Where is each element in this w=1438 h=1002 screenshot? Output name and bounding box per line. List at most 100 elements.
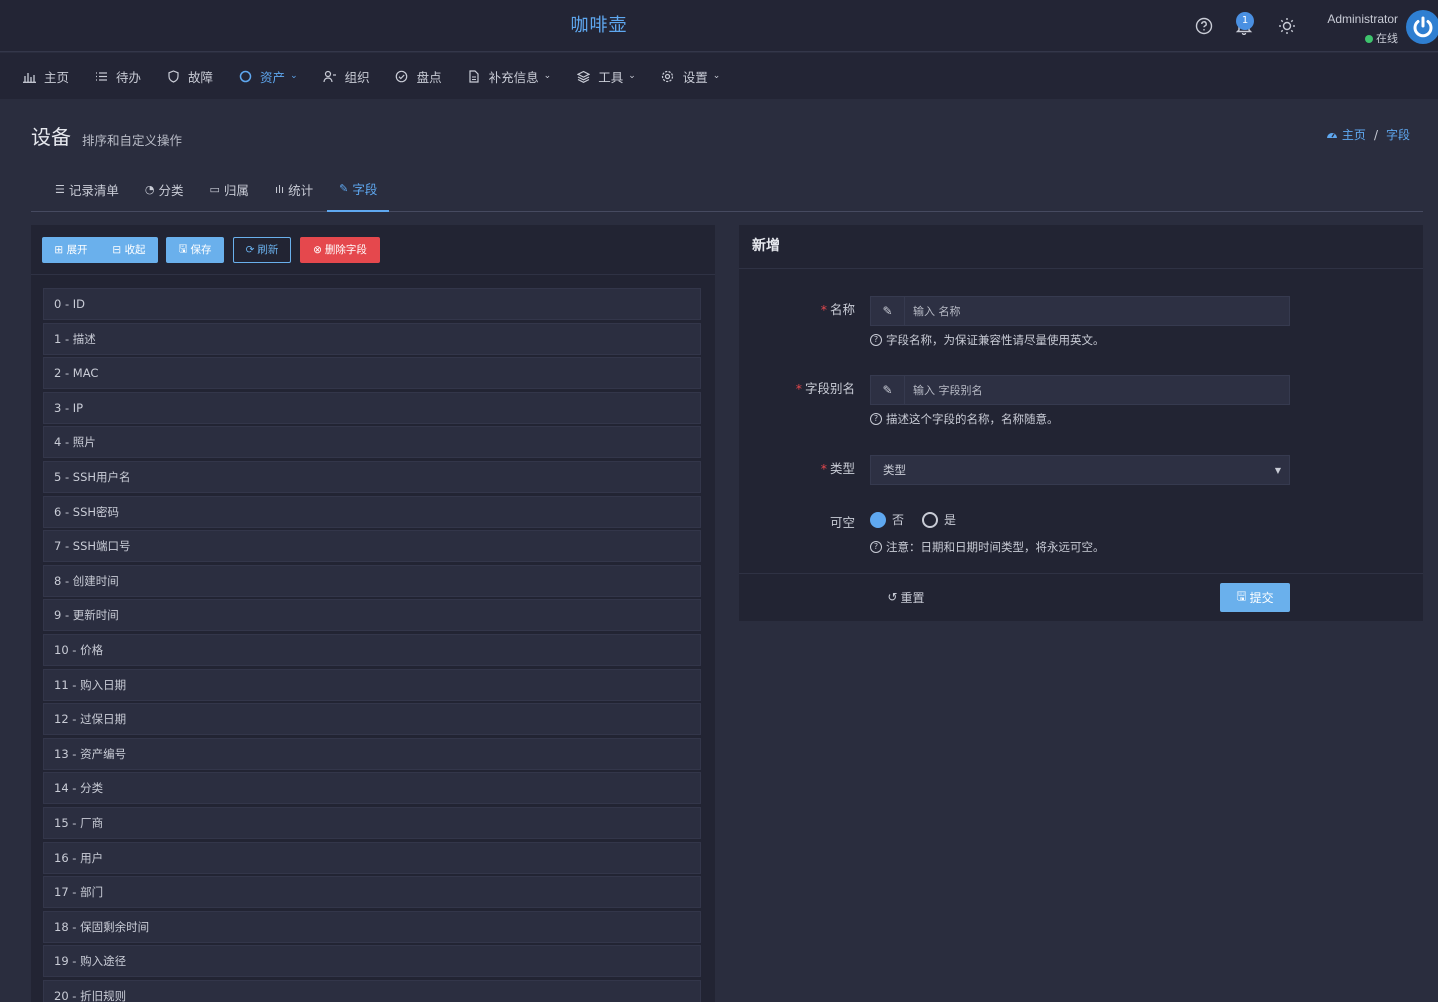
alias-help: ? 描述这个字段的名称，名称随意。 [870, 411, 1059, 427]
user-name[interactable]: Administrator [1316, 12, 1398, 26]
sub-tabs: ☰ 记录清单 ◔ 分类 ▭ 归属 ılı 统计 ✎ 字段 [31, 166, 1423, 212]
nav-label: 盘点 [416, 69, 442, 85]
nav-item-tools[interactable]: 工具 ⌄ [576, 53, 636, 99]
nullable-no-label[interactable]: 否 [892, 511, 904, 528]
delete-field-label: 删除字段 [324, 244, 367, 256]
nav-label: 设置 [682, 69, 708, 85]
nav-label: 资产 [260, 69, 286, 85]
collapse-label: 收起 [124, 244, 146, 256]
field-list-item[interactable]: 9 - 更新时间 [43, 599, 701, 632]
breadcrumb-separator: / [1373, 127, 1378, 142]
question-icon: ? [870, 334, 882, 346]
tab-records[interactable]: ☰ 记录清单 [43, 166, 131, 212]
nav-item-settings[interactable]: 设置 ⌄ [661, 53, 721, 99]
top-bar: 咖啡壶 1 Administrator 在线 [0, 0, 1438, 52]
dashboard-icon [1326, 128, 1338, 142]
field-list-item[interactable]: 18 - 保固剩余时间 [43, 910, 701, 943]
nav-item-inventory[interactable]: 盘点 [395, 53, 442, 99]
theme-sun-icon[interactable] [1277, 16, 1297, 36]
gear-icon [661, 69, 675, 83]
reset-button[interactable]: ↺ 重置 [876, 583, 936, 611]
field-list-item[interactable]: 19 - 购入途径 [43, 945, 701, 978]
field-list-item[interactable]: 11 - 购入日期 [43, 668, 701, 701]
check-circle-icon [395, 69, 409, 83]
nav-item-extra-info[interactable]: 补充信息 ⌄ [467, 53, 552, 99]
nav-item-home[interactable]: 主页 [22, 53, 69, 99]
save-button[interactable]: 🖫 保存 [166, 236, 224, 263]
field-list-item[interactable]: 3 - IP [43, 391, 701, 424]
chevron-down-icon: ⌄ [712, 71, 721, 81]
field-list-item[interactable]: 14 - 分类 [43, 772, 701, 805]
tab-category[interactable]: ◔ 分类 [133, 166, 196, 212]
tab-stats[interactable]: ılı 统计 [263, 166, 325, 212]
field-list-item[interactable]: 13 - 资产编号 [43, 737, 701, 770]
field-list-item[interactable]: 1 - 描述 [43, 322, 701, 355]
alias-input[interactable] [905, 376, 1289, 404]
tab-label: 分类 [158, 182, 184, 198]
refresh-button[interactable]: ⟳ 刷新 [233, 236, 291, 263]
delete-field-button[interactable]: ⊗ 删除字段 [300, 236, 380, 263]
field-list-item[interactable]: 17 - 部门 [43, 876, 701, 909]
document-icon [467, 69, 481, 83]
nav-item-org[interactable]: 组织 [323, 53, 370, 99]
field-list-item[interactable]: 20 - 折旧规则 [43, 979, 701, 1002]
pencil-icon: ✎ [339, 181, 349, 195]
required-asterisk: * [795, 381, 802, 396]
field-list-item[interactable]: 7 - SSH端口号 [43, 530, 701, 563]
bar-chart-icon [22, 69, 36, 83]
chevron-down-icon: ⌄ [290, 71, 298, 81]
tab-fields[interactable]: ✎ 字段 [327, 166, 390, 212]
type-label-text: 类型 [829, 461, 855, 476]
nav-item-assets[interactable]: 资产 ⌄ [238, 53, 298, 99]
online-dot-icon [1365, 35, 1373, 43]
list-icon [94, 69, 108, 83]
field-list-item[interactable]: 4 - 照片 [43, 426, 701, 459]
user-status-text: 在线 [1376, 32, 1398, 45]
breadcrumb: 主页 / 字段 [1326, 126, 1410, 143]
name-label-text: 名称 [829, 302, 855, 317]
field-list-item[interactable]: 15 - 厂商 [43, 806, 701, 839]
main-nav: 主页 待办 故障 资产 ⌄ 组织 盘点 补充信息 ⌄ 工具 ⌄ 设置 ⌄ [0, 53, 1438, 99]
tab-label: 字段 [352, 181, 378, 197]
field-list-item[interactable]: 6 - SSH密码 [43, 495, 701, 528]
nullable-yes-radio[interactable] [922, 511, 939, 528]
nullable-no-radio[interactable] [870, 511, 886, 528]
nullable-radio-group: 否 是 [870, 511, 956, 528]
type-select[interactable]: 类型 ▼ [870, 455, 1290, 485]
name-input[interactable] [905, 297, 1289, 325]
delete-icon: ⊗ [313, 243, 322, 256]
nullable-yes-label[interactable]: 是 [944, 511, 956, 528]
type-select-value: 类型 [883, 463, 906, 477]
nav-item-todo[interactable]: 待办 [94, 53, 141, 99]
page-title: 设备 [31, 125, 71, 149]
submit-button[interactable]: 🖫 提交 [1220, 583, 1290, 612]
chevron-down-icon: ⌄ [543, 71, 552, 81]
required-asterisk: * [820, 302, 827, 317]
expand-button[interactable]: ⊞ 展开 [54, 242, 87, 257]
collapse-button[interactable]: ⊟ 收起 [112, 242, 145, 257]
list-icon: ☰ [55, 182, 65, 196]
field-list-item[interactable]: 8 - 创建时间 [43, 564, 701, 597]
avatar[interactable] [1406, 10, 1438, 44]
tab-ownership[interactable]: ▭ 归属 [198, 166, 261, 212]
field-list-item[interactable]: 0 - ID [43, 288, 701, 320]
pencil-icon: ✎ [871, 297, 905, 325]
nav-label: 故障 [188, 69, 214, 85]
app-title[interactable]: 咖啡壶 [0, 0, 1198, 52]
caret-down-icon: ▼ [1274, 466, 1281, 475]
tab-label: 记录清单 [68, 182, 119, 198]
help-icon[interactable] [1194, 16, 1214, 36]
nullable-help: ? 注意：日期和日期时间类型，将永远可空。 [870, 539, 1105, 555]
pie-icon: ◔ [144, 182, 155, 196]
tab-label: 归属 [223, 182, 249, 198]
notification-badge: 1 [1236, 12, 1254, 30]
nav-item-fault[interactable]: 故障 [166, 53, 213, 99]
field-list-item[interactable]: 12 - 过保日期 [43, 703, 701, 736]
field-list-item[interactable]: 16 - 用户 [43, 841, 701, 874]
field-list-item[interactable]: 2 - MAC [43, 357, 701, 390]
expand-label: 展开 [66, 244, 88, 256]
field-list-item[interactable]: 10 - 价格 [43, 633, 701, 666]
form-footer: ↺ 重置 🖫 提交 [739, 573, 1423, 621]
field-list-item[interactable]: 5 - SSH用户名 [43, 460, 701, 493]
breadcrumb-home[interactable]: 主页 [1342, 126, 1366, 143]
